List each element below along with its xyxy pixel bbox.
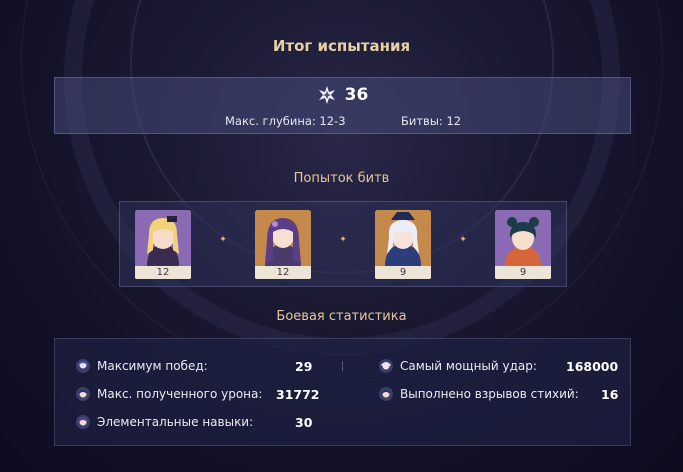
stat-label: Элементальные навыки: bbox=[97, 415, 254, 429]
star-count: 36 bbox=[344, 85, 369, 105]
battles-text: Битвы: 12 bbox=[401, 114, 462, 128]
character-card-xiangling[interactable]: 9 bbox=[495, 210, 551, 279]
furina-portrait-icon bbox=[375, 210, 431, 266]
fischl-portrait-icon bbox=[135, 210, 191, 266]
character-avatar-icon bbox=[379, 359, 393, 373]
character-avatar-icon bbox=[76, 359, 90, 373]
party-panel: 12 ✦ 12 ✦ 9 ✦ 9 bbox=[119, 201, 567, 287]
character-card-raiden[interactable]: 12 bbox=[255, 210, 311, 279]
stats-section-title: Боевая статистика bbox=[276, 309, 407, 324]
battle-stats-panel: Максимум побед: 29 Макс. полученного уро… bbox=[54, 338, 631, 446]
character-avatar-icon bbox=[76, 415, 90, 429]
summary-panel: 36 Макс. глубина: 12-3 Битвы: 12 bbox=[54, 77, 631, 134]
separator-icon: ✦ bbox=[339, 235, 347, 245]
character-avatar-icon bbox=[76, 387, 90, 401]
stat-label: Выполнено взрывов стихий: bbox=[400, 387, 579, 401]
stat-row-elemental-bursts: Выполнено взрывов стихий: 16 bbox=[378, 384, 618, 404]
character-level: 9 bbox=[375, 266, 431, 279]
page-title: Итог испытания bbox=[272, 37, 411, 55]
stat-value: 30 bbox=[295, 414, 313, 430]
stat-row-strongest-hit: Самый мощный удар: 168000 bbox=[378, 356, 618, 376]
stat-label: Максимум побед: bbox=[97, 359, 208, 373]
character-level: 12 bbox=[255, 266, 311, 279]
max-depth-text: Макс. глубина: 12-3 bbox=[225, 114, 346, 128]
character-card-fischl[interactable]: 12 bbox=[135, 210, 191, 279]
stat-value: 168000 bbox=[566, 358, 619, 374]
character-avatar-icon bbox=[379, 387, 393, 401]
column-divider bbox=[342, 361, 343, 371]
xiangling-portrait-icon bbox=[495, 210, 551, 266]
stat-value: 16 bbox=[601, 386, 619, 402]
raiden-portrait-icon bbox=[255, 210, 311, 266]
stat-value: 29 bbox=[295, 358, 313, 374]
character-level: 9 bbox=[495, 266, 551, 279]
character-card-furina[interactable]: 9 bbox=[375, 210, 431, 279]
stat-label: Самый мощный удар: bbox=[400, 359, 537, 373]
character-level: 12 bbox=[135, 266, 191, 279]
abyss-star-icon bbox=[318, 86, 335, 104]
stat-row-max-defeats: Максимум побед: 29 bbox=[75, 356, 312, 376]
stat-row-elemental-skills: Элементальные навыки: 30 bbox=[75, 412, 312, 432]
separator-icon: ✦ bbox=[219, 235, 227, 245]
stat-label: Макс. полученного урона: bbox=[97, 387, 263, 401]
party-section-title: Попыток битв bbox=[293, 171, 390, 186]
stat-value: 31772 bbox=[276, 386, 320, 402]
separator-icon: ✦ bbox=[459, 235, 467, 245]
stat-row-max-damage-taken: Макс. полученного урона: 31772 bbox=[75, 384, 320, 404]
